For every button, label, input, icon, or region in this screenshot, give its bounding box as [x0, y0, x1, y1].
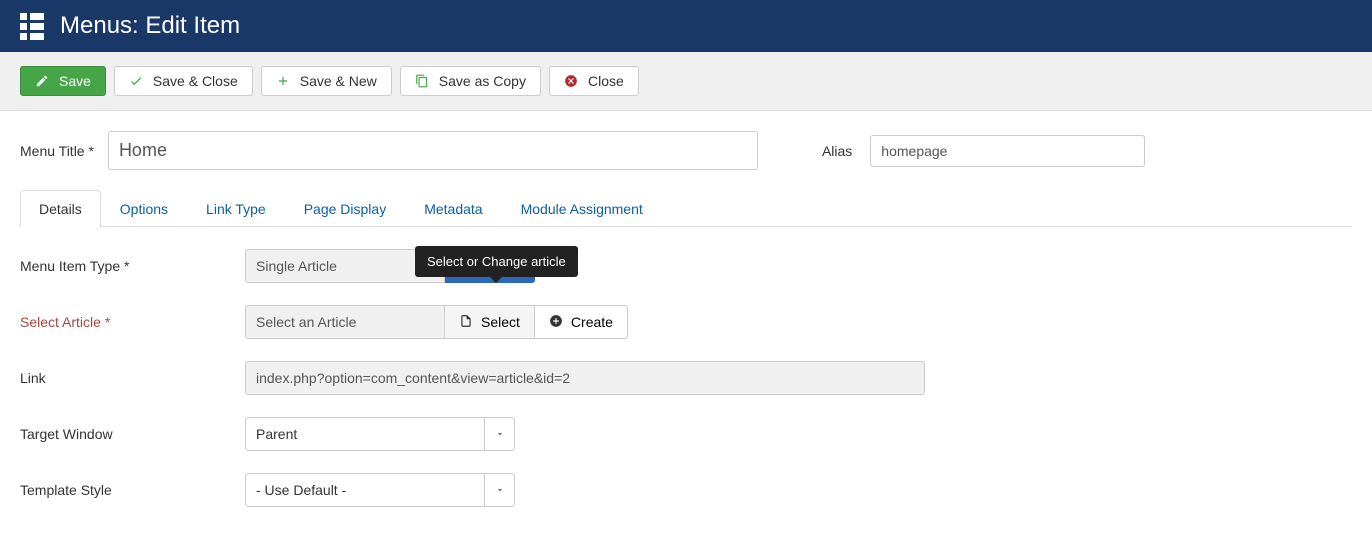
tab-link-type[interactable]: Link Type	[187, 190, 285, 227]
link-row: Link index.php?option=com_content&view=a…	[20, 361, 1352, 395]
menu-title-label: Menu Title *	[20, 143, 94, 159]
link-value: index.php?option=com_content&view=articl…	[245, 361, 925, 395]
template-style-select[interactable]: - Use Default -	[245, 473, 485, 507]
select-article-button[interactable]: Select	[445, 305, 535, 339]
target-window-caret[interactable]	[485, 417, 515, 451]
select-article-row: Select Article * Select an Article Selec…	[20, 305, 1352, 339]
tabs: Details Options Link Type Page Display M…	[20, 190, 1352, 227]
menu-item-type-label: Menu Item Type *	[20, 258, 245, 274]
file-icon	[459, 314, 473, 331]
select-article-label: Select Article *	[20, 314, 245, 330]
template-style-row: Template Style - Use Default -	[20, 473, 1352, 507]
title-row: Menu Title * Alias	[20, 131, 1352, 170]
caret-down-icon	[495, 427, 505, 442]
check-icon	[129, 74, 143, 88]
save-button[interactable]: Save	[20, 66, 106, 96]
close-button[interactable]: Close	[549, 66, 639, 96]
pencil-icon	[35, 74, 49, 88]
tab-module-assignment[interactable]: Module Assignment	[502, 190, 662, 227]
link-label: Link	[20, 370, 245, 386]
alias-label: Alias	[822, 143, 852, 159]
select-article-value: Select an Article	[245, 305, 445, 339]
page-header: Menus: Edit Item	[0, 0, 1372, 52]
save-copy-button[interactable]: Save as Copy	[400, 66, 541, 96]
caret-down-icon	[495, 483, 505, 498]
save-new-label: Save & New	[300, 73, 377, 89]
menu-grid-icon	[20, 13, 44, 40]
close-label: Close	[588, 73, 624, 89]
target-window-select[interactable]: Parent	[245, 417, 485, 451]
select-article-tooltip: Select or Change article	[415, 246, 578, 277]
save-close-button[interactable]: Save & Close	[114, 66, 253, 96]
menu-title-input[interactable]	[108, 131, 758, 170]
tab-details[interactable]: Details	[20, 190, 101, 227]
create-article-button-label: Create	[571, 314, 613, 330]
template-style-caret[interactable]	[485, 473, 515, 507]
tab-options[interactable]: Options	[101, 190, 187, 227]
menu-item-type-row: Menu Item Type * Single Article Select S…	[20, 249, 1352, 283]
save-button-label: Save	[59, 73, 91, 89]
cancel-icon	[564, 74, 578, 88]
target-window-row: Target Window Parent	[20, 417, 1352, 451]
plus-icon	[276, 74, 290, 88]
save-close-label: Save & Close	[153, 73, 238, 89]
save-copy-label: Save as Copy	[439, 73, 526, 89]
toolbar: Save Save & Close Save & New Save as Cop…	[0, 52, 1372, 111]
copy-icon	[415, 74, 429, 88]
tab-metadata[interactable]: Metadata	[405, 190, 501, 227]
form-area: Menu Title * Alias Details Options Link …	[0, 111, 1372, 549]
template-style-label: Template Style	[20, 482, 245, 498]
tab-page-display[interactable]: Page Display	[285, 190, 406, 227]
alias-group: Alias	[822, 135, 1145, 167]
select-article-button-label: Select	[481, 314, 520, 330]
alias-input[interactable]	[870, 135, 1145, 167]
create-article-button[interactable]: Create	[535, 305, 628, 339]
target-window-label: Target Window	[20, 426, 245, 442]
page-title: Menus: Edit Item	[60, 12, 240, 40]
save-new-button[interactable]: Save & New	[261, 66, 392, 96]
plus-circle-icon	[549, 314, 563, 331]
